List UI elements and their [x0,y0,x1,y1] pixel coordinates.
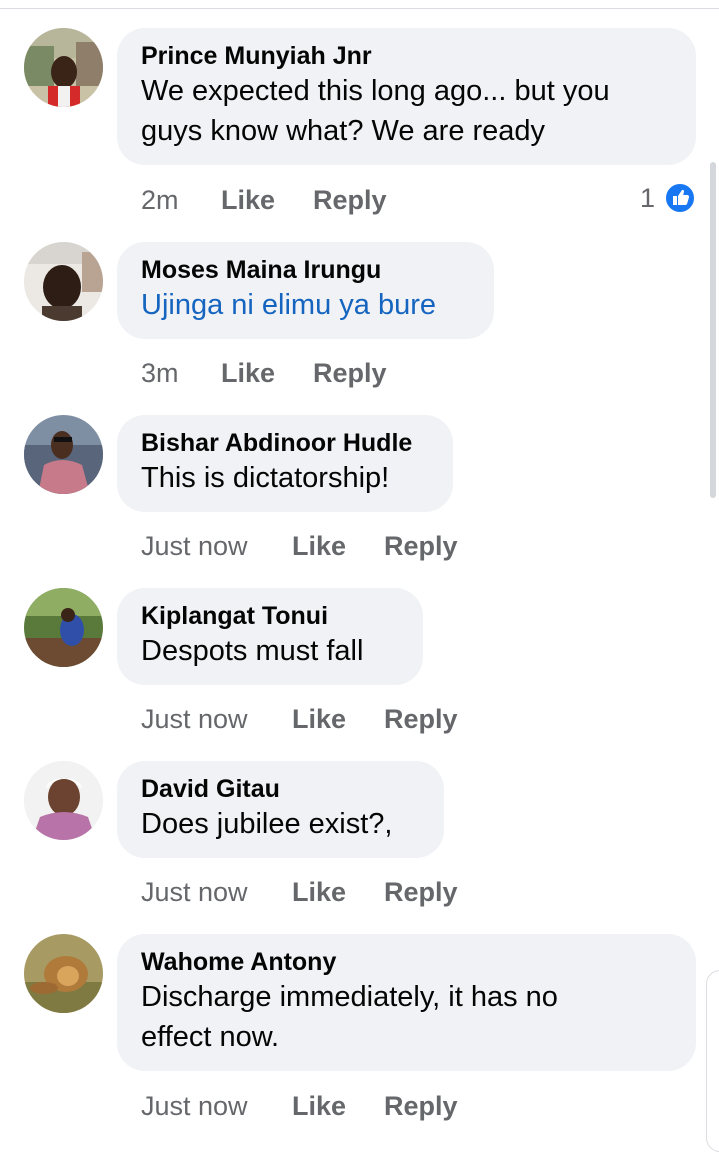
comment-text: This is dictatorship! [141,462,390,494]
avatar[interactable] [24,28,103,107]
scrollbar[interactable] [710,162,716,498]
comment-author[interactable]: Prince Munyiah Jnr [141,41,672,71]
comment-bubble: Moses Maina Irungu Ujinga ni elimu ya bu… [117,242,494,339]
avatar-photo [24,242,103,321]
comment-time[interactable]: Just now [141,529,248,563]
like-button[interactable]: Like [292,1089,346,1123]
comment-author[interactable]: Wahome Antony [141,947,672,977]
comment-text: effect now. [141,1021,280,1053]
avatar[interactable] [24,415,103,494]
avatar[interactable] [24,588,103,667]
avatar-photo [24,28,103,107]
offscreen-card-edge [706,970,719,1152]
avatar[interactable] [24,934,103,1013]
comment-text: guys know what? We are ready [141,115,546,147]
like-button[interactable]: Like [292,875,346,909]
like-button[interactable]: Like [292,702,346,736]
reply-button[interactable]: Reply [384,529,458,563]
comment-author[interactable]: Moses Maina Irungu [141,255,470,285]
comment-bubble: Kiplangat Tonui Despots must fall [117,588,423,685]
avatar[interactable] [24,761,103,840]
comment-text: Despots must fall [141,635,364,667]
comment-text: Discharge immediately, it has no [141,981,558,1013]
comment-bubble: Prince Munyiah Jnr We expected this long… [117,28,696,165]
comment-bubble: Wahome Antony Discharge immediately, it … [117,934,696,1071]
comment-bubble: David Gitau Does jubilee exist?, [117,761,444,858]
like-icon [664,182,696,214]
avatar-photo [24,415,103,494]
like-button[interactable]: Like [221,356,275,390]
reply-button[interactable]: Reply [384,875,458,909]
avatar[interactable] [24,242,103,321]
comment-time[interactable]: 3m [141,356,179,390]
comment-author[interactable]: David Gitau [141,774,420,804]
avatar-photo [24,761,103,840]
comment-time[interactable]: Just now [141,1089,248,1123]
reply-button[interactable]: Reply [384,702,458,736]
comment-time[interactable]: 2m [141,183,179,217]
comment-author[interactable]: Bishar Abdinoor Hudle [141,428,429,458]
comment-bubble: Bishar Abdinoor Hudle This is dictatorsh… [117,415,453,512]
avatar-photo [24,588,103,667]
reply-button[interactable]: Reply [313,183,387,217]
comment-text: We expected this long ago... but you [141,75,610,107]
avatar-photo [24,934,103,1013]
comment-time[interactable]: Just now [141,702,248,736]
reaction-count: 1 [640,183,656,213]
comment-author[interactable]: Kiplangat Tonui [141,601,399,631]
comment-text: Does jubilee exist?, [141,808,393,840]
comment-text[interactable]: Ujinga ni elimu ya bure [141,285,470,325]
like-button[interactable]: Like [292,529,346,563]
top-divider [0,8,719,9]
reply-button[interactable]: Reply [384,1089,458,1123]
reply-button[interactable]: Reply [313,356,387,390]
like-button[interactable]: Like [221,183,275,217]
comment-time[interactable]: Just now [141,875,248,909]
